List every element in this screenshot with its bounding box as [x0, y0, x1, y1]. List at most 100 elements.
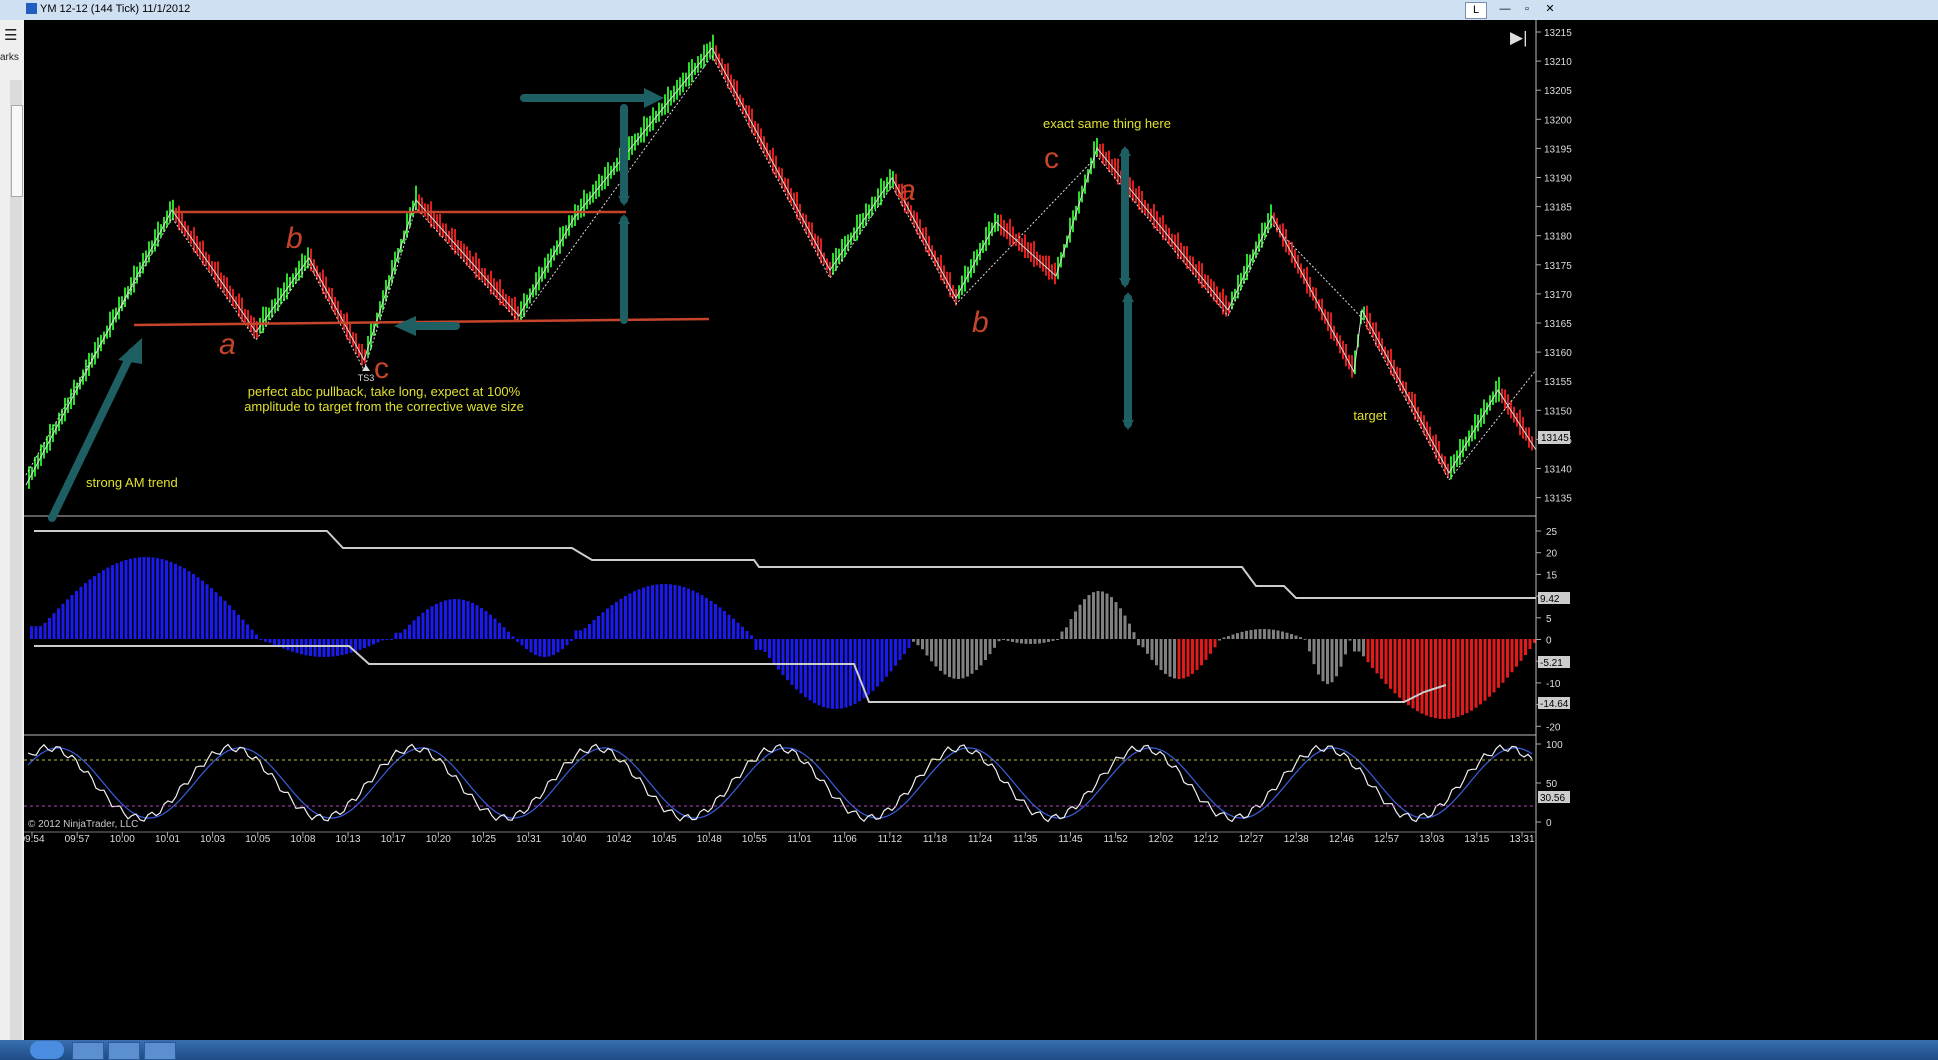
histogram-bar	[957, 639, 960, 679]
note-target: target	[1353, 408, 1387, 423]
histogram-bar	[831, 639, 834, 709]
histogram-bar	[1015, 639, 1019, 643]
histogram-bar	[480, 607, 483, 639]
histogram-bar	[246, 624, 249, 639]
histogram-bar	[160, 559, 164, 639]
histogram-bar	[1141, 639, 1145, 648]
histogram-bar	[1060, 631, 1064, 639]
maximize-button[interactable]: ▫	[1517, 2, 1537, 17]
histogram-bar	[210, 588, 213, 639]
histogram-bar	[1434, 639, 1437, 719]
histogram-bar	[822, 639, 825, 708]
histogram-bar	[61, 603, 65, 639]
histogram-bar	[1074, 611, 1077, 639]
minimize-button[interactable]: —	[1495, 2, 1515, 17]
price-tick-label: 13185	[1544, 203, 1572, 214]
histogram-bar	[1335, 639, 1338, 677]
histogram-bar	[129, 558, 132, 639]
chart-area[interactable]: b a c a b c strong AM trend perfect abc …	[24, 20, 1938, 1040]
price-tick-label: 13195	[1544, 144, 1572, 155]
time-tick-label: 10:17	[381, 834, 406, 845]
price-tick-label: 13170	[1544, 290, 1572, 301]
histogram-bar	[844, 639, 848, 708]
histogram-bar	[97, 572, 101, 639]
histogram-bar	[1429, 639, 1433, 718]
time-tick-label: 10:31	[516, 834, 541, 845]
histogram-bar	[889, 639, 893, 672]
histogram-bar	[997, 639, 1001, 642]
histogram-bar	[1123, 615, 1127, 639]
histogram-bar	[1146, 639, 1149, 654]
layout-button[interactable]: L	[1465, 2, 1487, 19]
time-tick-label: 11:24	[968, 834, 993, 845]
histogram-bar	[412, 620, 416, 639]
histogram-bar	[264, 639, 267, 642]
histogram-bar	[358, 639, 362, 650]
histogram-bar	[439, 601, 443, 639]
histogram-bar	[34, 626, 38, 639]
app-icon	[26, 3, 37, 14]
histogram-bar	[1326, 639, 1329, 684]
taskbar-app-3[interactable]	[144, 1042, 176, 1060]
price-tick-label: 13155	[1544, 377, 1572, 388]
histogram-bar	[561, 639, 564, 650]
histogram-bar	[111, 565, 114, 639]
histogram-bar	[543, 639, 546, 657]
time-tick-label: 12:46	[1329, 834, 1354, 845]
histogram-bar	[93, 576, 96, 639]
time-tick-label: 10:20	[426, 834, 451, 845]
osc-tick-label: 0	[1546, 636, 1552, 647]
hamburger-icon[interactable]: ☰	[4, 26, 17, 44]
histogram-bar	[817, 639, 821, 706]
histogram-bar	[1276, 630, 1280, 639]
histogram-bar	[169, 561, 173, 639]
histogram-bar	[1425, 639, 1428, 716]
taskbar-app-1[interactable]	[72, 1042, 104, 1060]
sidebar-scrollbar[interactable]	[10, 80, 22, 1060]
histogram-bar	[1447, 639, 1451, 719]
histogram-bar	[309, 639, 312, 657]
histogram-bar	[745, 630, 749, 639]
histogram-bar	[363, 639, 366, 649]
histogram-bar	[790, 639, 794, 685]
time-tick-label: 10:05	[245, 834, 270, 845]
histogram-bar	[921, 639, 924, 650]
histogram-bar	[682, 587, 686, 639]
histogram-bar	[912, 639, 915, 642]
histogram-bar	[898, 639, 902, 660]
histogram-bar	[475, 605, 479, 639]
histogram-bar	[430, 606, 434, 639]
histogram-bar	[1398, 639, 1401, 698]
histogram-bar	[768, 639, 771, 659]
histogram-bar	[1159, 639, 1163, 671]
histogram-bar	[1393, 639, 1397, 694]
time-tick-label: 11:52	[1103, 834, 1128, 845]
histogram-bar	[934, 639, 938, 667]
histogram-bar	[1470, 639, 1473, 711]
price-tick-label: 13175	[1544, 261, 1572, 272]
histogram-bar	[1209, 639, 1212, 654]
histogram-bar	[340, 639, 344, 656]
start-button-icon[interactable]	[30, 1041, 64, 1059]
histogram-bar	[727, 614, 731, 639]
histogram-bar	[1519, 639, 1523, 661]
sidebar-scroll-thumb[interactable]	[11, 105, 23, 197]
skip-end-icon[interactable]: ▶|	[1510, 28, 1528, 47]
histogram-bar	[1128, 623, 1131, 639]
histogram-bar	[331, 639, 335, 657]
taskbar-app-2[interactable]	[108, 1042, 140, 1060]
histogram-bar	[1245, 630, 1248, 639]
histogram-bar	[403, 629, 407, 639]
close-button[interactable]: ✕	[1540, 2, 1560, 17]
histogram-bar	[1119, 608, 1122, 639]
histogram-bar	[1353, 639, 1356, 652]
time-tick-label: 10:45	[652, 834, 677, 845]
wave-label-c1: c	[374, 352, 389, 385]
time-tick-label: 11:12	[878, 834, 903, 845]
histogram-bar	[925, 639, 929, 656]
histogram-bar	[327, 639, 330, 657]
histogram-bar	[138, 557, 141, 639]
histogram-bar	[588, 624, 591, 639]
left-sidebar: ☰ arks	[0, 20, 25, 1060]
histogram-bar	[1407, 639, 1410, 706]
